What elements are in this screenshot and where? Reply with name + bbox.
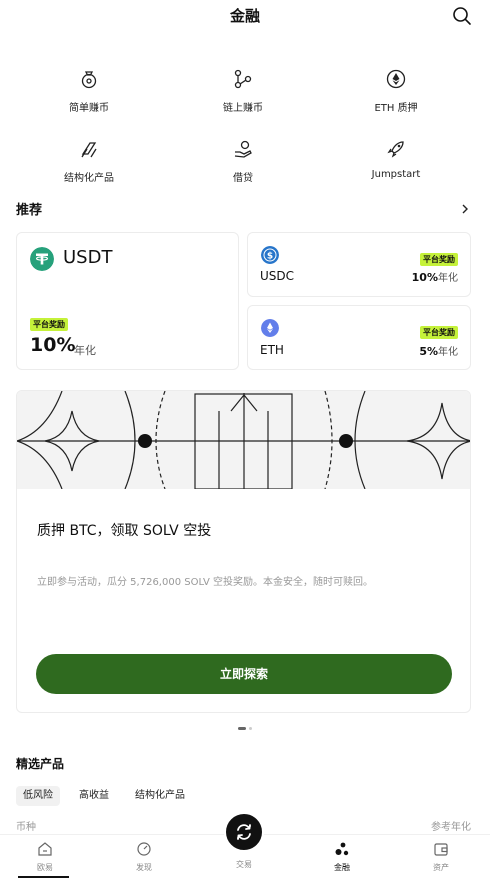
tab-assets[interactable]: 资产 bbox=[411, 841, 471, 873]
filter-low-risk[interactable]: 低风险 bbox=[16, 786, 60, 806]
nodes-icon bbox=[234, 69, 252, 89]
grid-item-label: ETH 质押 bbox=[374, 103, 418, 114]
eth-coin-icon bbox=[261, 319, 279, 337]
apy-unit: 年化 bbox=[74, 344, 96, 357]
rocket-icon bbox=[387, 141, 404, 158]
usdt-icon bbox=[30, 247, 54, 271]
page-title: 金融 bbox=[229, 7, 260, 25]
banner-title: 质押 BTC，领取 SOLV 空投 bbox=[37, 523, 212, 539]
svg-text:$: $ bbox=[267, 251, 273, 261]
grid-item-jumpstart[interactable]: Jumpstart bbox=[321, 138, 471, 180]
grid-item-label: 借贷 bbox=[233, 173, 253, 184]
grid-item-label: 结构化产品 bbox=[64, 173, 114, 184]
reward-badge: 平台奖励 bbox=[420, 326, 458, 339]
coin-name: USDT bbox=[63, 247, 113, 268]
promo-banner[interactable]: 质押 BTC，领取 SOLV 空投 立即参与活动，瓜分 5,726,000 SO… bbox=[16, 390, 471, 713]
product-card-eth[interactable]: ETH 平台奖励 5%年化 bbox=[247, 305, 471, 370]
filter-high-yield[interactable]: 高收益 bbox=[72, 786, 116, 806]
apy-unit: 年化 bbox=[438, 273, 458, 284]
finance-icon bbox=[335, 842, 349, 856]
eth-icon bbox=[386, 69, 406, 89]
discover-icon bbox=[137, 842, 151, 856]
tab-label: 金融 bbox=[334, 863, 350, 872]
tab-label: 欧易 bbox=[37, 863, 53, 872]
coin-name: USDC bbox=[260, 269, 295, 283]
usdc-icon: $ bbox=[261, 246, 279, 264]
trade-button[interactable] bbox=[224, 812, 264, 852]
banner-description: 立即参与活动，瓜分 5,726,000 SOLV 空投奖励。本金安全，随时可赎回… bbox=[37, 577, 373, 588]
apy-value: 10% bbox=[411, 271, 438, 284]
filter-structured[interactable]: 结构化产品 bbox=[128, 786, 192, 806]
grid-item-simple-earn[interactable]: 简单赚币 bbox=[14, 68, 164, 114]
grid-item-loan[interactable]: 借贷 bbox=[168, 138, 318, 184]
carousel-dot bbox=[249, 727, 252, 730]
tab-home[interactable]: 欧易 bbox=[15, 841, 75, 873]
explore-now-button[interactable]: 立即探索 bbox=[36, 654, 452, 694]
apy-value: 5% bbox=[419, 345, 438, 358]
banner-illustration bbox=[17, 391, 470, 489]
tab-discover[interactable]: 发现 bbox=[114, 841, 174, 873]
recommend-title: 推荐 bbox=[16, 203, 43, 218]
product-card-usdt[interactable]: USDT 平台奖励 10% 年化 bbox=[16, 232, 239, 370]
featured-title: 精选产品 bbox=[16, 757, 65, 771]
structured-icon bbox=[81, 142, 97, 158]
tab-label: 发现 bbox=[136, 863, 152, 872]
coin-name: ETH bbox=[260, 343, 284, 357]
column-header-coin: 币种 bbox=[16, 822, 36, 833]
grid-item-label: 链上赚币 bbox=[223, 103, 263, 114]
column-header-apy[interactable]: 参考年化 bbox=[431, 818, 471, 833]
apy-unit: 年化 bbox=[438, 347, 458, 358]
grid-item-eth-staking[interactable]: ETH 质押 bbox=[321, 68, 471, 114]
tab-finance[interactable]: 金融 bbox=[312, 841, 372, 873]
chevron-right-icon[interactable] bbox=[460, 203, 470, 215]
apy-line: 5%年化 bbox=[419, 343, 458, 358]
apy-line: 10%年化 bbox=[412, 269, 458, 284]
grid-item-label: Jumpstart bbox=[371, 169, 421, 180]
tab-label: 资产 bbox=[433, 863, 449, 872]
grid-item-label: 简单赚币 bbox=[69, 103, 109, 114]
loan-hand-icon bbox=[234, 140, 252, 158]
wallet-icon bbox=[434, 843, 448, 856]
product-card-usdc[interactable]: $ USDC 平台奖励 10%年化 bbox=[247, 232, 471, 297]
reward-badge: 平台奖励 bbox=[30, 318, 68, 331]
grid-item-onchain-earn[interactable]: 链上赚币 bbox=[168, 68, 318, 114]
header: 金融 bbox=[0, 0, 490, 30]
home-icon bbox=[38, 842, 52, 856]
reward-badge: 平台奖励 bbox=[420, 253, 458, 266]
apy-value: 10% bbox=[30, 334, 76, 356]
coin-bag-icon bbox=[81, 71, 97, 89]
swap-icon bbox=[237, 824, 251, 840]
tab-label-trade: 交易 bbox=[236, 860, 252, 869]
carousel-dot-active bbox=[238, 727, 246, 730]
search-icon[interactable] bbox=[452, 6, 472, 26]
grid-item-structured[interactable]: 结构化产品 bbox=[14, 138, 164, 184]
